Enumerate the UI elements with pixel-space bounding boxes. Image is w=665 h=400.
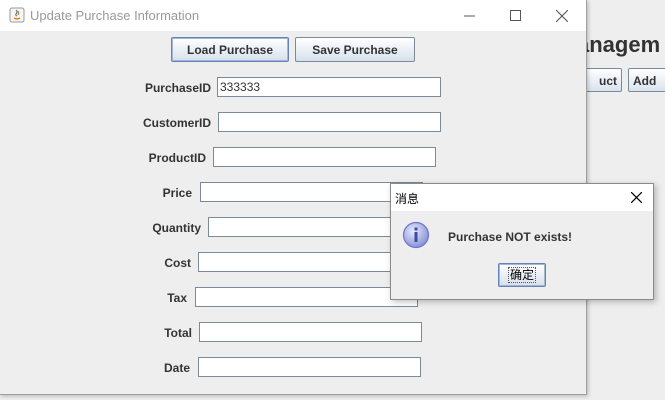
background-add-button[interactable]: Add [628, 68, 665, 92]
minimize-button[interactable] [447, 0, 492, 31]
window-title: Update Purchase Information [30, 8, 200, 23]
message-dialog-titlebar: 消息 [391, 184, 653, 211]
save-purchase-button[interactable]: Save Purchase [295, 37, 415, 62]
message-dialog: 消息 Purchase NOT exists! 确定 [390, 183, 654, 300]
date-field[interactable] [198, 357, 421, 377]
price-label: Price [162, 186, 192, 200]
customer-id-label: CustomerID [142, 116, 211, 130]
background-window-title: anagem [577, 32, 661, 57]
information-icon [402, 221, 430, 249]
java-app-icon [9, 7, 25, 23]
tax-field[interactable] [195, 287, 418, 307]
close-icon [555, 9, 568, 22]
total-label: Total [164, 326, 192, 340]
load-purchase-button[interactable]: Load Purchase [171, 37, 289, 62]
purchase-id-label: PurchaseID [144, 81, 211, 95]
customer-id-field[interactable] [218, 112, 441, 132]
maximize-button[interactable] [493, 0, 538, 31]
product-id-field[interactable] [213, 147, 436, 167]
ok-button-label: 确定 [507, 267, 536, 283]
ok-button[interactable]: 确定 [498, 263, 546, 287]
message-text: Purchase NOT exists! [448, 230, 573, 244]
maximize-icon [510, 10, 521, 21]
total-field[interactable] [199, 322, 422, 342]
close-icon [630, 192, 642, 203]
tax-label: Tax [167, 291, 187, 305]
minimize-icon [464, 15, 475, 17]
cost-label: Cost [164, 256, 191, 270]
date-label: Date [163, 361, 190, 375]
message-dialog-close-button[interactable] [619, 184, 653, 211]
cost-field[interactable] [198, 252, 421, 272]
quantity-label: Quantity [152, 221, 201, 235]
purchase-id-field[interactable] [217, 77, 441, 97]
close-button[interactable] [539, 0, 584, 31]
message-dialog-title: 消息 [395, 192, 420, 206]
window-titlebar: Update Purchase Information [0, 0, 586, 31]
product-id-label: ProductID [148, 151, 206, 165]
